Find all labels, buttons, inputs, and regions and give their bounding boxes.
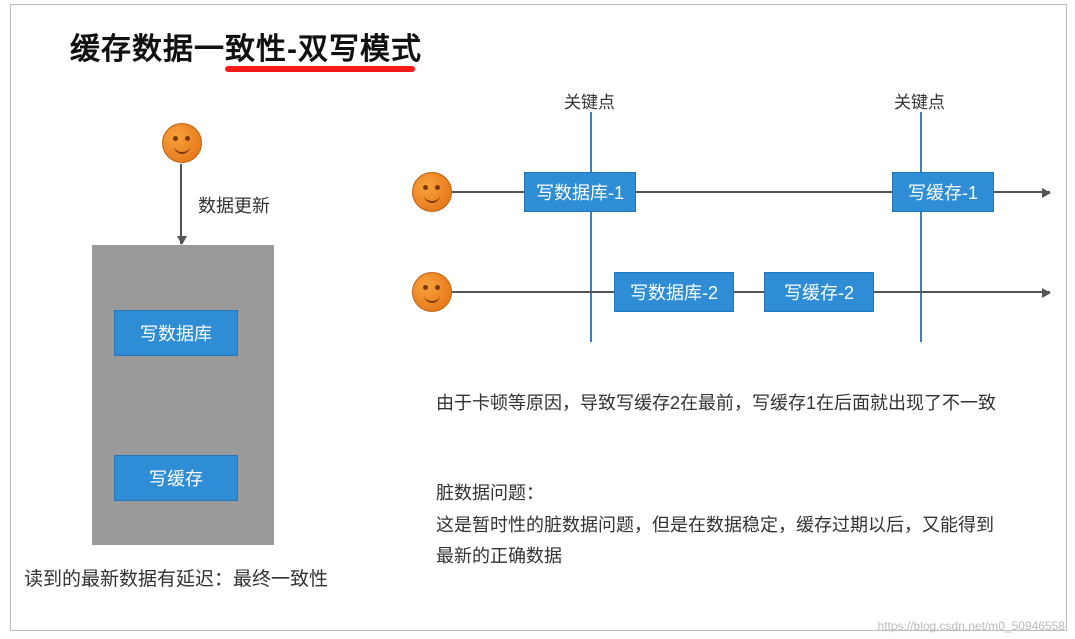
actor-1-icon	[412, 172, 452, 212]
row2-write-db: 写数据库-2	[614, 272, 734, 312]
data-update-label: 数据更新	[198, 192, 270, 218]
keypoint-line-1	[590, 112, 592, 342]
write-cache-box: 写缓存	[114, 455, 238, 501]
row1-write-db: 写数据库-1	[524, 172, 636, 212]
actor-2-icon	[412, 272, 452, 312]
row2-write-cache: 写缓存-2	[764, 272, 874, 312]
timeline-area: 关键点 关键点 写数据库-1 写缓存-1 写数据库-2 写缓存-2	[432, 90, 1062, 380]
keypoint-label-2: 关键点	[894, 88, 945, 113]
storage-column: 写数据库 写缓存	[92, 245, 274, 545]
write-db-box: 写数据库	[114, 310, 238, 356]
watermark: https://blog.csdn.net/m0_50946558	[878, 619, 1065, 633]
page-title: 缓存数据一致性-双写模式	[70, 24, 422, 68]
keypoint-line-2	[920, 112, 922, 342]
left-caption: 读到的最新数据有延迟：最终一致性	[24, 564, 328, 591]
dirty-data-title: 脏数据问题：	[436, 478, 544, 509]
explain-inconsistency: 由于卡顿等原因，导致写缓存2在最前，写缓存1在后面就出现了不一致	[436, 388, 1056, 419]
keypoint-label-1: 关键点	[564, 88, 615, 113]
arrow-down-icon	[180, 164, 182, 244]
timeline-2	[452, 291, 1050, 293]
title-underline	[225, 66, 415, 72]
dirty-data-body: 这是暂时性的脏数据问题，但是在数据稳定，缓存过期以后，又能得到最新的正确数据	[436, 510, 996, 571]
user-icon	[162, 123, 202, 163]
row1-write-cache: 写缓存-1	[892, 172, 994, 212]
